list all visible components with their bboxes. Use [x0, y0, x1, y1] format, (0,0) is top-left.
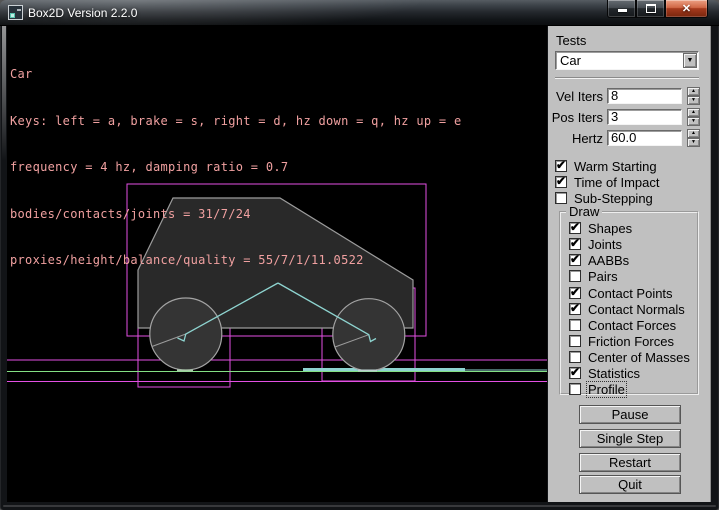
check-icon: ✔: [570, 301, 580, 315]
vel-iters-stepper[interactable]: ▲ ▼: [687, 87, 700, 105]
tests-dropdown-value: Car: [560, 53, 581, 68]
hertz-label: Hertz: [548, 131, 603, 146]
checkbox-box[interactable]: ✔: [555, 160, 567, 172]
checkbox-label: AABBs: [588, 254, 629, 267]
spinner-down-icon[interactable]: ▼: [687, 96, 700, 105]
hertz-input[interactable]: 60.0: [607, 130, 682, 146]
checkbox-box[interactable]: ✔: [569, 367, 581, 379]
check-icon: ✔: [570, 252, 580, 266]
checkbox-label: Profile: [588, 383, 625, 396]
tests-dropdown[interactable]: Car ▼: [555, 51, 699, 70]
check-icon: ✔: [556, 174, 566, 188]
checkbox-label: Pairs: [588, 270, 618, 283]
checkbox-box[interactable]: ✔: [569, 303, 581, 315]
spinner-up-icon[interactable]: ▲: [687, 129, 700, 138]
checkbox-box[interactable]: [569, 383, 581, 395]
check-icon: ✔: [570, 365, 580, 379]
checkbox-label: Contact Points: [588, 287, 673, 300]
stats-keys-line: Keys: left = a, brake = s, right = d, hz…: [10, 114, 461, 130]
spinner-down-icon[interactable]: ▼: [687, 138, 700, 147]
checkbox-box[interactable]: [569, 319, 581, 331]
tests-dropdown-button[interactable]: ▼: [683, 53, 697, 68]
maximize-button[interactable]: [636, 0, 665, 18]
checkbox-box[interactable]: ✔: [555, 176, 567, 188]
minimize-icon: [618, 9, 627, 12]
app-icon-chip: [10, 13, 15, 18]
checkbox-box[interactable]: ✔: [569, 254, 581, 266]
checkbox-box[interactable]: [569, 335, 581, 347]
restart-button[interactable]: Restart: [579, 453, 681, 472]
quit-button[interactable]: Quit: [579, 475, 681, 494]
checkbox-label: Contact Normals: [588, 303, 685, 316]
debug-stats: Car Keys: left = a, brake = s, right = d…: [10, 36, 461, 300]
vel-iters-row: Vel Iters 8 ▲ ▼: [548, 87, 711, 106]
checkbox-box[interactable]: [569, 351, 581, 363]
check-icon: ✔: [570, 285, 580, 299]
window-title: Box2D Version 2.2.0: [28, 5, 137, 21]
checkbox-label: Statistics: [588, 367, 640, 380]
checkbox-box[interactable]: ✔: [569, 238, 581, 250]
spinner-up-icon[interactable]: ▲: [687, 108, 700, 117]
vel-iters-label: Vel Iters: [548, 89, 603, 104]
checkbox-label: Center of Masses: [588, 351, 690, 364]
window-border-highlight: [2, 26, 6, 161]
checkbox-label: Shapes: [588, 222, 632, 235]
pos-iters-label: Pos Iters: [548, 110, 603, 125]
pause-button[interactable]: Pause: [579, 405, 681, 424]
vel-iters-input[interactable]: 8: [607, 88, 682, 104]
checkbox-box[interactable]: ✔: [569, 222, 581, 234]
app-icon-dash: [17, 9, 21, 11]
close-icon: ✕: [666, 2, 707, 15]
check-icon: ✔: [570, 236, 580, 250]
checkbox-box[interactable]: ✔: [569, 287, 581, 299]
minimize-button[interactable]: [607, 0, 636, 18]
control-panel: Tests Car ▼ Vel Iters 8 ▲ ▼ Pos Iters 3 …: [548, 26, 711, 502]
separator: [555, 77, 699, 79]
check-icon: ✔: [570, 220, 580, 234]
pos-iters-row: Pos Iters 3 ▲ ▼: [548, 108, 711, 127]
stats-bodies-line: bodies/contacts/joints = 31/7/24: [10, 207, 461, 223]
checkbox-box[interactable]: [555, 192, 567, 204]
pos-iters-stepper[interactable]: ▲ ▼: [687, 108, 700, 126]
checkbox-label: Contact Forces: [588, 319, 676, 332]
app-window: Box2D Version 2.2.0 ✕: [0, 0, 719, 510]
title-bar[interactable]: Box2D Version 2.2.0 ✕: [0, 0, 719, 26]
checkbox-label: Friction Forces: [588, 335, 674, 348]
hertz-stepper[interactable]: ▲ ▼: [687, 129, 700, 147]
draw-groupbox: Draw ✔ Shapes ✔ Joints ✔ AABBs Pairs ✔ C…: [559, 211, 699, 395]
app-icon: [8, 5, 23, 20]
spinner-down-icon[interactable]: ▼: [687, 117, 700, 126]
simulation-canvas[interactable]: Car Keys: left = a, brake = s, right = d…: [7, 26, 547, 502]
spinner-up-icon[interactable]: ▲: [687, 87, 700, 96]
checkbox-label: Joints: [588, 238, 622, 251]
hertz-row: Hertz 60.0 ▲ ▼: [548, 129, 711, 148]
maximize-icon: [646, 4, 656, 13]
checkbox-label: Time of Impact: [574, 176, 659, 189]
stats-proxies-line: proxies/height/balance/quality = 55/7/1/…: [10, 253, 461, 269]
chevron-down-icon: ▼: [684, 54, 696, 68]
tests-label: Tests: [556, 33, 586, 48]
checkbox-box[interactable]: [569, 270, 581, 282]
checkbox-label: Warm Starting: [574, 160, 657, 173]
check-icon: ✔: [556, 158, 566, 172]
draw-group-title: Draw: [566, 205, 602, 219]
single-step-button[interactable]: Single Step: [579, 429, 681, 448]
window-bottom-highlight: [3, 505, 716, 507]
pos-iters-input[interactable]: 3: [607, 109, 682, 125]
test-title: Car: [10, 67, 461, 83]
close-button[interactable]: ✕: [665, 0, 708, 18]
stats-frequency-line: frequency = 4 hz, damping ratio = 0.7: [10, 160, 461, 176]
